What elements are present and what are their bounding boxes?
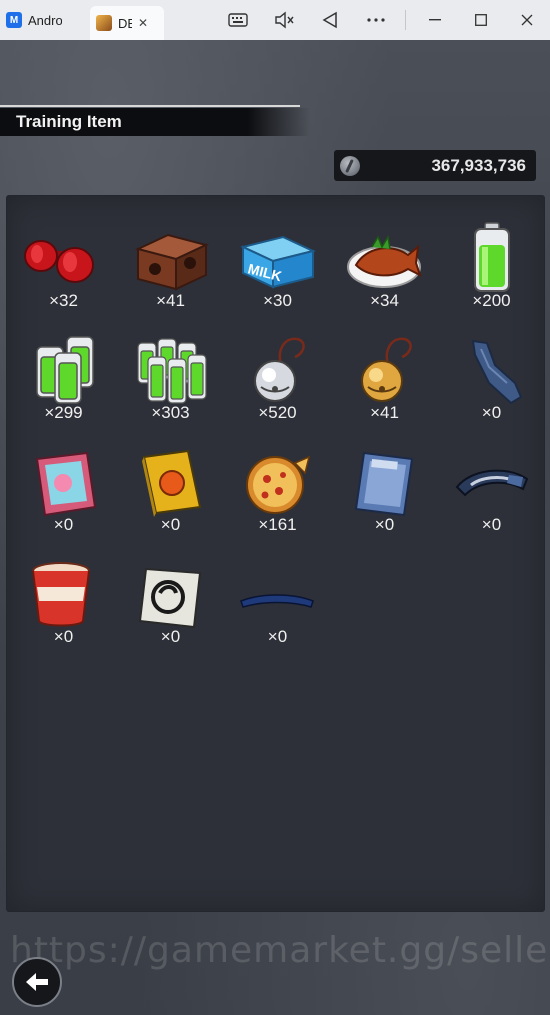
yellow-book-icon (142, 449, 202, 517)
item-roast-fish[interactable]: ×34 (331, 201, 438, 313)
tab-close-icon[interactable]: ✕ (138, 16, 148, 30)
page-title: Training Item (16, 112, 122, 131)
item-quantity: ×0 (481, 403, 502, 422)
item-pizza[interactable]: ×161 (224, 425, 331, 537)
tab-game[interactable]: DB ✕ (90, 6, 164, 40)
item-gold-bell[interactable]: ×41 (331, 313, 438, 425)
saiyan-patch-icon (138, 567, 202, 629)
header-bar: Training Item (0, 105, 310, 136)
gold-bell-icon (361, 337, 412, 402)
item-quantity: ×0 (160, 515, 181, 534)
item-brick-weight[interactable]: ×41 (117, 201, 224, 313)
more-icon[interactable] (353, 0, 399, 40)
item-quantity: ×303 (151, 403, 190, 422)
red-dumbbell-icon (24, 240, 94, 283)
title-bar: M Andro DB ✕ (0, 0, 550, 41)
currency-value: 367,933,736 (431, 155, 526, 175)
game-avatar-icon (96, 15, 112, 31)
item-quantity: ×0 (267, 627, 288, 646)
item-quantity: ×200 (472, 291, 511, 310)
item-cup-noodle[interactable]: ×0 (10, 537, 117, 649)
keyboard-icon[interactable] (215, 0, 261, 40)
item-quantity: ×34 (370, 291, 399, 310)
item-pink-magazine[interactable]: ×0 (10, 425, 117, 537)
back-button[interactable] (12, 957, 62, 1007)
item-quantity: ×0 (53, 627, 74, 646)
battery-icon (474, 222, 510, 292)
silver-bell-icon (254, 337, 305, 402)
item-quantity: ×32 (49, 291, 78, 310)
item-quantity: ×0 (160, 627, 181, 646)
item-comic-book[interactable]: ×0 (331, 425, 438, 537)
separator (405, 10, 406, 30)
item-blue-scarf[interactable]: ×0 (438, 313, 545, 425)
blue-band-icon (240, 594, 314, 608)
pink-magazine-icon (35, 451, 97, 517)
close-icon[interactable] (504, 0, 550, 40)
minimize-icon[interactable] (412, 0, 458, 40)
milk-carton-icon: MILK (240, 235, 316, 289)
mute-icon[interactable] (261, 0, 307, 40)
item-quantity: ×161 (258, 515, 297, 534)
item-quantity: ×0 (53, 515, 74, 534)
item-visor[interactable]: ×0 (438, 425, 545, 537)
item-yellow-book[interactable]: ×0 (117, 425, 224, 537)
back-triangle-icon[interactable] (307, 0, 353, 40)
comic-book-icon (354, 451, 414, 517)
back-arrow-icon (26, 973, 48, 991)
zeni-coin-icon (340, 155, 360, 176)
item-quantity: ×30 (263, 291, 292, 310)
item-red-dumbbell[interactable]: ×32 (10, 201, 117, 313)
roast-fish-icon (347, 234, 422, 288)
app-icon: M (6, 12, 22, 28)
cup-noodle-icon (32, 562, 90, 627)
item-quantity: ×520 (258, 403, 297, 422)
currency-display: 367,933,736 (334, 150, 536, 181)
item-quantity: ×0 (481, 515, 502, 534)
tab-label: Andro (28, 12, 62, 28)
battery-crate-icon (137, 338, 207, 404)
item-quantity: ×41 (370, 403, 399, 422)
item-blue-band[interactable]: ×0 (224, 537, 331, 649)
maximize-icon[interactable] (458, 0, 504, 40)
item-battery-crate[interactable]: ×303 (117, 313, 224, 425)
item-silver-bell[interactable]: ×520 (224, 313, 331, 425)
item-saiyan-patch[interactable]: ×0 (117, 537, 224, 649)
item-battery[interactable]: ×200 (438, 201, 545, 313)
watermark-text: https://gamemarket.gg/seller/ (10, 930, 550, 971)
item-quantity: ×0 (374, 515, 395, 534)
tab-label: DB (118, 15, 132, 31)
item-panel: ×32 ×41 MILK ×30 ×34 ×200 ×299 ×303 ×520… (6, 195, 545, 912)
tab-android[interactable]: M Andro (0, 0, 90, 40)
game-screen: Training Item 367,933,736 ×32 ×41 MILK ×… (0, 40, 550, 1015)
blue-scarf-icon (471, 339, 523, 405)
pizza-icon (246, 455, 311, 514)
item-battery-pack[interactable]: ×299 (10, 313, 117, 425)
brick-weight-icon (135, 233, 209, 291)
item-quantity: ×299 (44, 403, 83, 422)
visor-icon (455, 469, 529, 497)
item-milk-carton[interactable]: MILK ×30 (224, 201, 331, 313)
item-quantity: ×41 (156, 291, 185, 310)
battery-pack-icon (36, 336, 94, 404)
